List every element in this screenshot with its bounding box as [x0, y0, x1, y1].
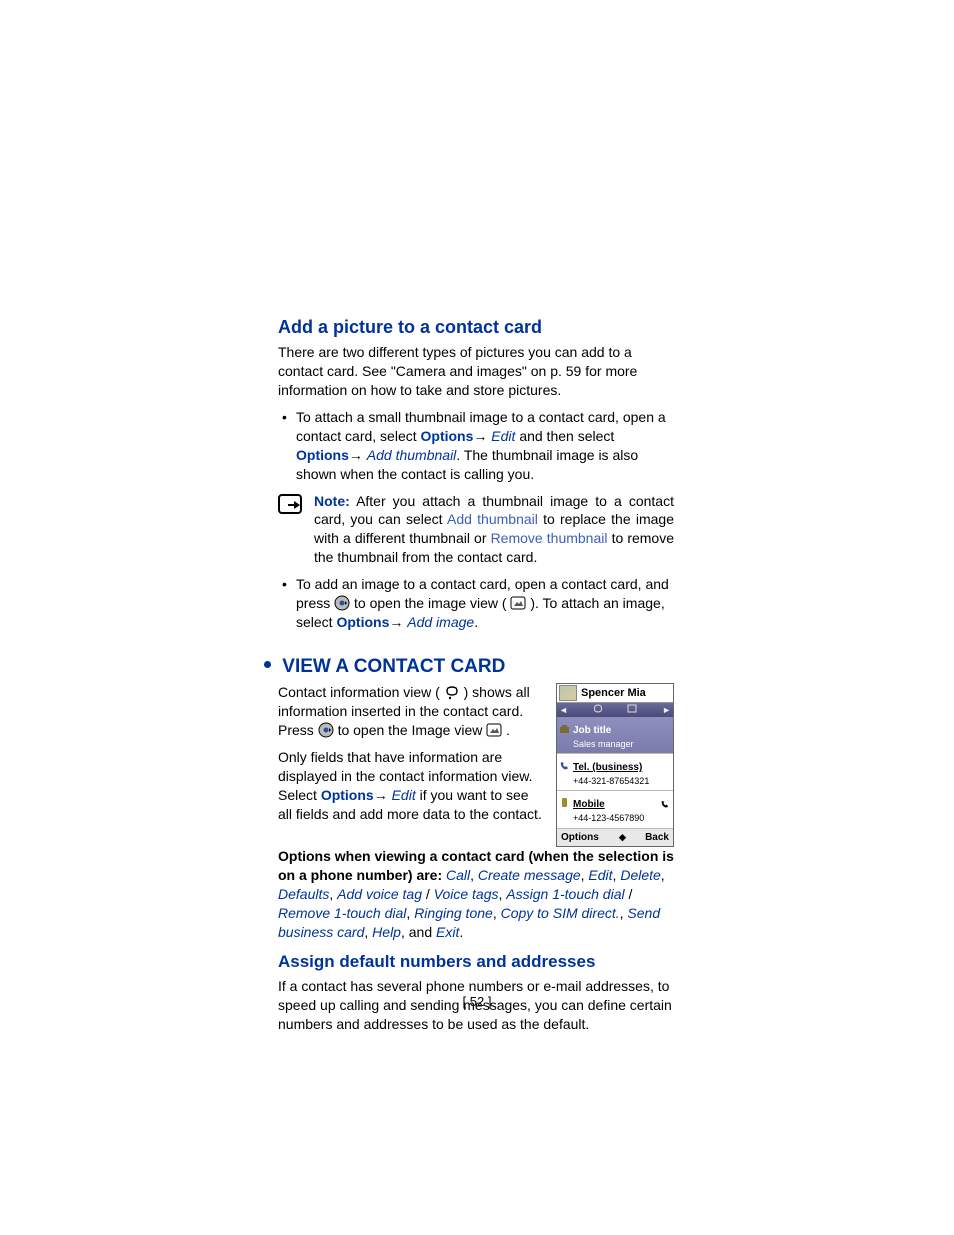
option-item: Assign 1-touch dial: [506, 886, 624, 902]
option-item: Defaults: [278, 886, 329, 902]
options-keyword: Options: [296, 447, 349, 463]
softkey-right: Back: [645, 831, 669, 845]
bullet-item: To attach a small thumbnail image to a c…: [296, 408, 674, 484]
option-item: Add voice tag: [337, 886, 422, 902]
text: and then select: [519, 428, 614, 444]
option-item: Delete: [620, 867, 660, 883]
text: to open the image view (: [354, 595, 507, 611]
edit-menu: Edit: [392, 787, 416, 803]
tab-contact-icon: [593, 704, 603, 717]
option-item: Help: [372, 924, 401, 940]
softkey-left: Options: [561, 831, 599, 845]
text: and: [409, 924, 432, 940]
phone-screenshot-figure: Spencer Mia ◄ ► Job title Sales manager: [556, 683, 674, 847]
bullet-list-1: To attach a small thumbnail image to a c…: [278, 408, 674, 484]
options-list-paragraph: Options when viewing a contact card (whe…: [278, 847, 674, 941]
intro-paragraph: There are two different types of picture…: [278, 343, 674, 400]
tab-arrow-left-icon: ◄: [559, 704, 568, 716]
add-thumbnail-menu: Add thumbnail: [367, 447, 457, 463]
nav-key-icon: [334, 595, 350, 611]
paragraph: Contact information view ( ) shows all i…: [278, 683, 544, 740]
heading-add-picture: Add a picture to a contact card: [278, 315, 674, 339]
page-number: [ 52 ]: [0, 993, 954, 1011]
edit-menu: Edit: [491, 428, 515, 444]
call-handset-icon: [660, 799, 670, 814]
contact-name: Spencer Mia: [581, 686, 646, 701]
softkey-middle-icon: ◆: [619, 831, 625, 843]
document-page: Add a picture to a contact card There ar…: [0, 0, 954, 1235]
briefcase-icon: [559, 720, 570, 731]
note-icon: [278, 494, 304, 516]
phone-field-tel-business: Tel. (business) +44-321-87654321: [557, 754, 673, 791]
heading-view-contact: View a contact card: [264, 654, 674, 680]
option-item: Ringing tone: [414, 905, 493, 921]
phone-icon: [559, 757, 570, 768]
section-bullet-icon: [264, 661, 271, 668]
remove-thumbnail-link: Remove thumbnail: [491, 530, 608, 546]
contact-info-icon: [444, 685, 460, 701]
phone-titlebar: Spencer Mia: [557, 684, 673, 703]
image-view-icon: [486, 722, 502, 738]
option-item: Copy to SIM direct.: [501, 905, 620, 921]
bullet-item: To add an image to a contact card, open …: [296, 575, 674, 632]
options-keyword: Options: [336, 614, 389, 630]
add-image-menu: Add image: [407, 614, 474, 630]
mobile-icon: [559, 794, 570, 805]
options-keyword: Options: [321, 787, 374, 803]
nav-key-icon: [318, 722, 334, 738]
phone-softkey-bar: Options ◆ Back: [557, 829, 673, 847]
text: .: [474, 614, 478, 630]
add-thumbnail-link: Add thumbnail: [447, 511, 538, 527]
image-view-icon: [510, 595, 526, 611]
tab-arrow-right-icon: ►: [662, 704, 671, 716]
contact-thumbnail: [559, 685, 577, 701]
option-item: Remove 1-touch dial: [278, 905, 406, 921]
phone-field-jobtitle: Job title Sales manager: [557, 717, 673, 754]
heading-assign-defaults: Assign default numbers and addresses: [278, 951, 674, 974]
note-block: Note: After you attach a thumbnail image…: [278, 492, 674, 568]
note-label: Note:: [314, 493, 350, 509]
content-with-figure: Contact information view ( ) shows all i…: [278, 683, 674, 847]
options-lead: Options when viewing a contact card (whe…: [278, 848, 674, 883]
option-item: Call: [446, 867, 470, 883]
option-item: Voice tags: [434, 886, 499, 902]
phone-field-mobile: Mobile +44-123-4567890: [557, 791, 673, 828]
tab-image-icon: [627, 704, 637, 717]
option-item: Create message: [478, 867, 581, 883]
options-keyword: Options: [421, 428, 474, 444]
option-item: Exit: [436, 924, 459, 940]
bullet-list-2: To add an image to a contact card, open …: [278, 575, 674, 632]
paragraph: Only fields that have information are di…: [278, 748, 544, 824]
option-item: Edit: [588, 867, 612, 883]
phone-tabbar: ◄ ►: [557, 703, 673, 717]
